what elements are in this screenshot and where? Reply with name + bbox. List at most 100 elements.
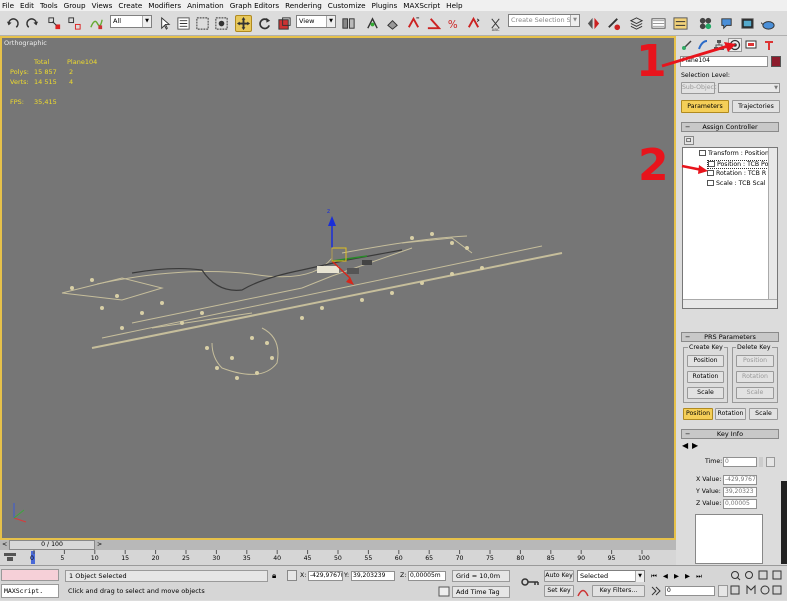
slider-left-arrow-icon[interactable]: < [2, 541, 7, 548]
menu-maxscript[interactable]: MAXScript [403, 1, 440, 10]
redo-button[interactable] [24, 15, 41, 32]
time-field[interactable]: 0 [723, 457, 757, 467]
coord-x-field[interactable]: -429,9767( [308, 571, 343, 581]
tree-item-transform[interactable]: Transform : Position/ [699, 150, 771, 157]
menu-create[interactable]: Create [118, 1, 142, 10]
select-by-name-button[interactable] [175, 15, 192, 32]
absolute-mode-toggle[interactable] [287, 570, 297, 581]
assign-controller-rollout-header[interactable]: − Assign Controller [681, 122, 779, 132]
y-value-field[interactable]: 39,20323 [723, 487, 757, 497]
default-in-out-tangents-icon[interactable] [577, 585, 589, 597]
render-setup-button[interactable] [718, 15, 735, 32]
position-mode-button[interactable]: Position [683, 408, 713, 420]
menu-views[interactable]: Views [92, 1, 113, 10]
time-slider-track[interactable]: < 0 / 100 > [0, 540, 676, 550]
time-slider[interactable]: 0 / 100 [9, 540, 95, 550]
key-mode-dropdown[interactable]: Selected ▼ [577, 570, 645, 582]
key-filters-button[interactable]: Key Filters... [592, 585, 645, 597]
undo-button[interactable] [4, 15, 21, 32]
menu-plugins[interactable]: Plugins [372, 1, 398, 10]
layer-manager-button[interactable] [628, 15, 645, 32]
lock-selection-icon[interactable]: 🔒︎ [272, 571, 276, 581]
reference-coordinate-dropdown[interactable]: View ▼ [296, 15, 336, 28]
command-panel-scrollbar[interactable] [781, 481, 787, 564]
tree-item-position[interactable]: Position : TCB Po [707, 160, 772, 169]
menu-edit[interactable]: Edit [20, 1, 34, 10]
select-object-button[interactable] [156, 15, 173, 32]
utilities-tab[interactable] [762, 38, 776, 52]
tree-horizontal-scrollbar[interactable] [683, 299, 777, 308]
menu-group[interactable]: Group [64, 1, 86, 10]
snaps-toggle-button[interactable] [405, 15, 422, 32]
select-manipulate-button[interactable] [364, 15, 381, 32]
set-key-mode-icon[interactable] [520, 572, 540, 592]
angle-snap-button[interactable] [425, 15, 442, 32]
bind-space-warp-button[interactable] [88, 15, 105, 32]
menu-rendering[interactable]: Rendering [285, 1, 322, 10]
maxscript-input[interactable]: MAXScript. [1, 584, 59, 598]
tree-item-scale[interactable]: Scale : TCB Scal [707, 180, 765, 187]
playback-controls[interactable]: ⏮ ◀ ▶ ▶ ⏭ [651, 572, 704, 581]
z-value-field[interactable]: 0,00005 [723, 499, 757, 509]
menu-animation[interactable]: Animation [187, 1, 224, 10]
render-production-button[interactable] [760, 15, 777, 32]
rectangular-selection-button[interactable] [194, 15, 211, 32]
tree-vertical-scrollbar[interactable] [768, 148, 777, 299]
edit-named-selections-button[interactable]: ABC [487, 15, 504, 32]
keyboard-shortcut-override-button[interactable] [384, 15, 401, 32]
set-key-button[interactable]: Set Key [544, 585, 574, 597]
time-configuration-button[interactable] [718, 585, 728, 597]
delete-scale-key-button[interactable]: Scale [736, 387, 774, 399]
menu-modifiers[interactable]: Modifiers [148, 1, 181, 10]
time-spinner[interactable] [759, 457, 763, 467]
key-tangent-preview[interactable] [695, 514, 763, 564]
tree-item-rotation[interactable]: Rotation : TCB R [707, 170, 766, 177]
menu-graph-editors[interactable]: Graph Editors [230, 1, 279, 10]
menu-file[interactable]: File [2, 1, 14, 10]
viewport-navigation-controls[interactable] [729, 569, 787, 599]
menu-tools[interactable]: Tools [40, 1, 58, 10]
coord-y-field[interactable]: 39,203239 [351, 571, 395, 581]
maxscript-listener-mini[interactable] [1, 569, 59, 581]
next-key-arrow-icon[interactable]: ▶ [692, 441, 698, 450]
create-position-key-button[interactable]: Position [687, 355, 724, 367]
schematic-view-button[interactable] [672, 15, 689, 32]
track-bar[interactable]: 0 5 10 15 20 25 30 35 40 45 50 55 60 65 70 75 80 85 90 95 10… [0, 550, 676, 565]
rotation-mode-button[interactable]: Rotation [715, 408, 746, 420]
object-color-swatch[interactable] [771, 56, 781, 67]
prs-parameters-rollout-header[interactable]: − PRS Parameters [681, 332, 779, 342]
sub-object-dropdown[interactable]: ▼ [718, 83, 780, 93]
add-time-tag-button[interactable]: Add Time Tag [452, 586, 510, 598]
curve-editor-button[interactable] [650, 15, 667, 32]
selection-filter-dropdown[interactable]: All ▼ [110, 15, 152, 28]
select-and-move-button[interactable] [235, 15, 252, 32]
delete-position-key-button[interactable]: Position [736, 355, 774, 367]
key-info-rollout-header[interactable]: − Key Info [681, 429, 779, 439]
delete-rotation-key-button[interactable]: Rotation [736, 371, 774, 383]
display-tab[interactable] [744, 38, 758, 52]
time-tag-icon[interactable] [438, 586, 450, 597]
trajectories-tab[interactable]: Trajectories [732, 100, 780, 113]
select-and-link-button[interactable] [46, 15, 63, 32]
pivot-center-button[interactable] [340, 15, 357, 32]
scale-mode-button[interactable]: Scale [749, 408, 778, 420]
slider-right-arrow-icon[interactable]: > [97, 541, 102, 548]
coord-z-field[interactable]: 0,00005m [408, 571, 446, 581]
parameters-tab[interactable]: Parameters [681, 100, 729, 113]
transform-gizmo[interactable] [328, 216, 368, 285]
assign-controller-button[interactable] [684, 136, 694, 145]
select-and-rotate-button[interactable] [256, 15, 273, 32]
auto-key-button[interactable]: Auto Key [544, 570, 574, 582]
sub-object-button[interactable]: Sub-Object [681, 82, 716, 94]
menu-help[interactable]: Help [446, 1, 462, 10]
orthographic-viewport[interactable]: Orthographic Total Plane104 Polys: 15 85… [0, 36, 676, 540]
percent-snap-button[interactable]: % [445, 15, 462, 32]
create-rotation-key-button[interactable]: Rotation [687, 371, 724, 383]
material-editor-button[interactable] [697, 15, 714, 32]
spinner-snap-button[interactable] [465, 15, 482, 32]
current-frame-field[interactable]: 0 [665, 586, 715, 596]
create-scale-key-button[interactable]: Scale [687, 387, 724, 399]
rendered-frame-window-button[interactable] [739, 15, 756, 32]
time-lock-button[interactable] [766, 457, 775, 467]
mirror-button[interactable] [585, 15, 602, 32]
